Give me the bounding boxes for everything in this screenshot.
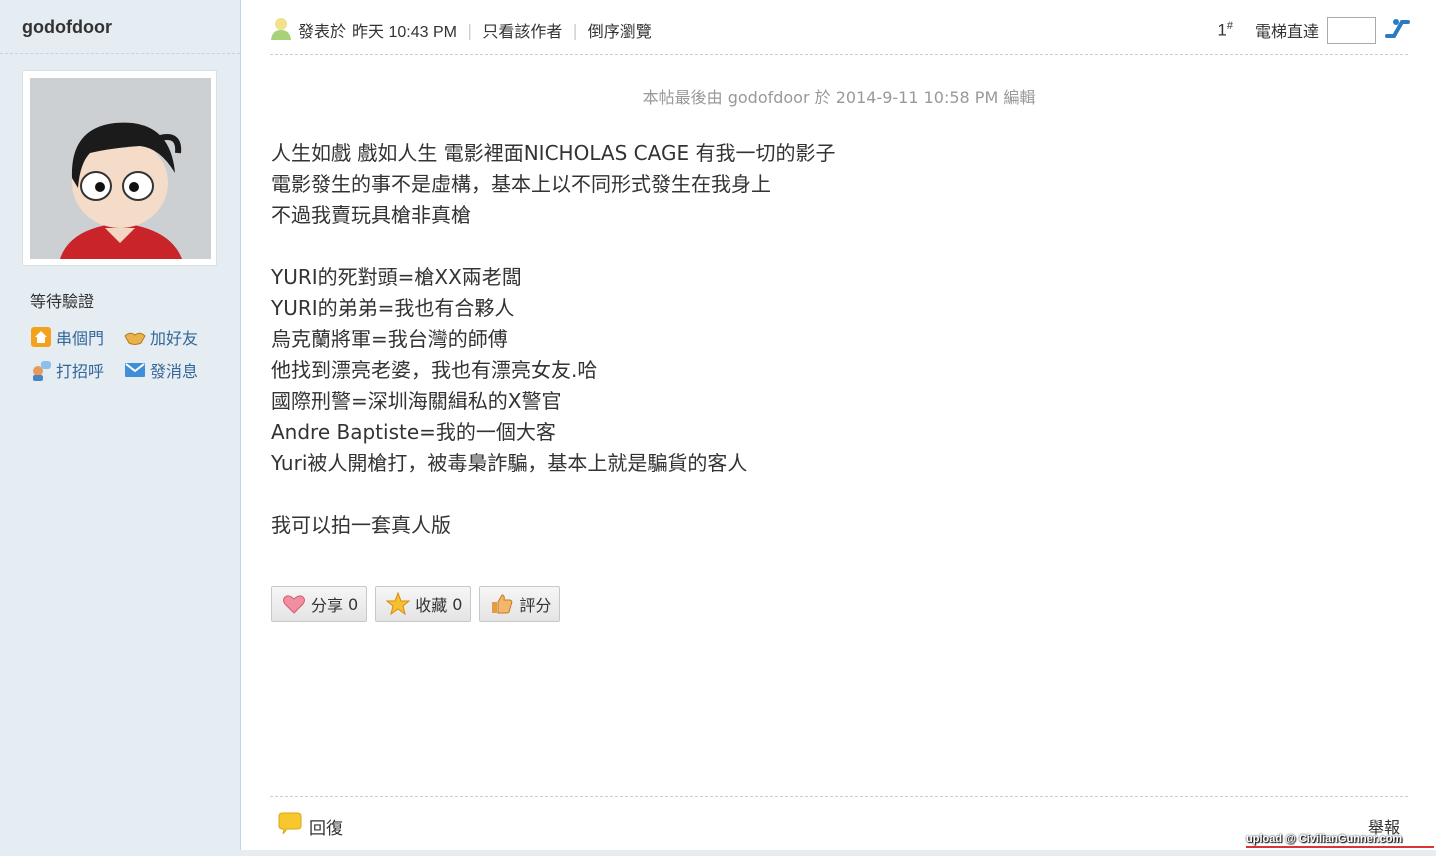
add-friend-label: 加好友 [150, 329, 199, 348]
visit-button[interactable]: 串個門 [30, 325, 104, 349]
bottom-border [0, 850, 1436, 856]
footer-separator [270, 796, 1408, 797]
content-line: 不過我賣玩具槍非真槍 [271, 203, 471, 227]
share-label: 分享 [311, 596, 344, 615]
content-line: 他找到漂亮老婆，我也有漂亮女友.哈 [271, 358, 598, 382]
content-line: 我可以拍一套真人版 [271, 513, 451, 537]
greet-icon [30, 359, 52, 381]
content-line: YURI的死對頭=槍XX兩老闆 [271, 265, 522, 289]
posted-label: 發表於 [298, 22, 347, 41]
greet-label: 打招呼 [56, 362, 105, 381]
floor-number[interactable]: 1# [1217, 20, 1233, 41]
reply-button[interactable]: 回復 [277, 812, 343, 841]
sidebar-divider [0, 53, 240, 54]
author-only-link[interactable]: 只看該作者 [482, 18, 562, 42]
upload-watermark: upload @ CivilianGunner.com [1246, 833, 1434, 848]
reverse-view-link[interactable]: 倒序瀏覽 [588, 18, 652, 42]
jump-label: 電梯直達 [1254, 22, 1319, 41]
speech-bubble-icon [277, 812, 303, 841]
avatar[interactable] [30, 78, 211, 259]
user-sidebar: godofdoor 等待驗證 串個門 加好友 打招呼 發消息 [0, 0, 241, 856]
add-friend-button[interactable]: 加好友 [124, 325, 198, 349]
header-divider: | [466, 20, 473, 40]
floor-navigation: 1# 電梯直達 [1217, 14, 1410, 46]
content-line: 人生如戲 戲如人生 電影裡面NICHOLAS CAGE 有我一切的影子 [271, 141, 836, 165]
avatar-cartoon-icon [30, 78, 211, 259]
edit-note: 本帖最後由 godofdoor 於 2014-9-11 10:58 PM 編輯 [642, 88, 1036, 107]
content-line: 國際刑警=深圳海關緝私的X警官 [271, 389, 562, 413]
header-divider: | [572, 20, 578, 40]
content-line: 烏克蘭將軍=我台灣的師傅 [271, 327, 508, 351]
send-message-button[interactable]: 發消息 [124, 358, 198, 382]
greet-button[interactable]: 打招呼 [30, 358, 104, 382]
online-status-icon [270, 16, 292, 44]
content-line: YURI的弟弟=我也有合夥人 [271, 296, 515, 320]
handshake-icon [124, 326, 146, 348]
author-username[interactable]: godofdoor [22, 17, 112, 38]
send-message-label: 發消息 [150, 362, 199, 381]
user-status: 等待驗證 [30, 292, 95, 311]
content-line [271, 231, 1371, 262]
post-actions: 分享 0 收藏 0 評分 [271, 586, 561, 622]
star-icon [385, 591, 411, 616]
thumbs-up-icon [490, 592, 514, 616]
avatar-frame[interactable] [22, 70, 217, 266]
rate-label: 評分 [519, 596, 552, 615]
favorite-count: 0 [452, 594, 463, 614]
content-line: Yuri被人開槍打，被毒梟詐騙，基本上就是騙貨的客人 [271, 451, 748, 475]
content-line [271, 479, 1371, 510]
home-icon [30, 326, 52, 348]
mail-icon [124, 359, 146, 381]
content-line: 電影發生的事不是虛構，基本上以不同形式發生在我身上 [271, 172, 771, 196]
favorite-label: 收藏 [415, 596, 448, 615]
post-content: 人生如戲 戲如人生 電影裡面NICHOLAS CAGE 有我一切的影子 電影發生… [271, 138, 1371, 541]
rate-button[interactable]: 評分 [479, 586, 561, 622]
content-line: Andre Baptiste=我的一個大客 [271, 420, 556, 444]
jump-go-icon[interactable] [1384, 16, 1410, 44]
heart-icon [282, 592, 306, 616]
floor-jump-input[interactable] [1327, 16, 1376, 44]
reply-label: 回復 [309, 819, 343, 839]
header-separator [270, 54, 1408, 55]
post-header: 發表於 昨天 10:43 PM | 只看該作者 | 倒序瀏覽 1# 電梯直達 [270, 14, 1410, 46]
posted-time: 昨天 10:43 PM [352, 24, 457, 41]
visit-label: 串個門 [56, 329, 105, 348]
share-count: 0 [348, 594, 359, 614]
share-button[interactable]: 分享 0 [271, 586, 368, 622]
favorite-button[interactable]: 收藏 0 [375, 586, 472, 622]
